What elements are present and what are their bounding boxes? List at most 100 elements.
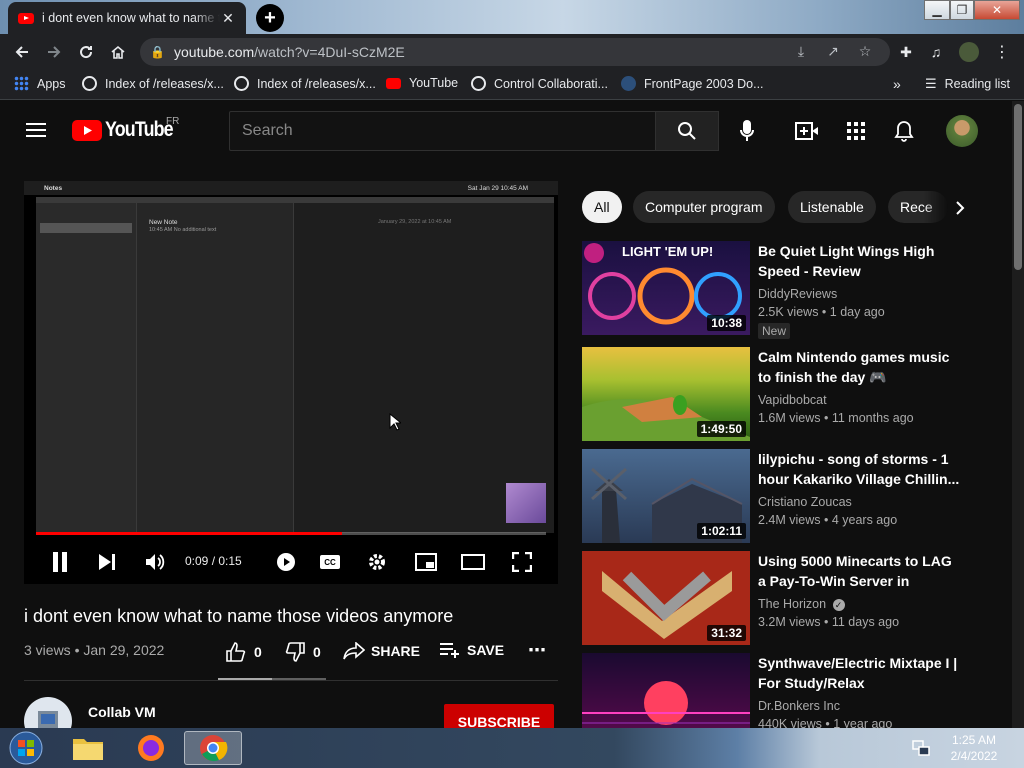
reading-list-button[interactable]: ☰ Reading list [925,76,1010,92]
bookmark-index-1[interactable]: Index of /releases/x... [82,76,224,91]
channel-name[interactable]: Collab VM [88,704,156,720]
recommendation-channel[interactable]: The Horizon ✓ [758,597,845,611]
chip-computer-program[interactable]: Computer program [633,191,775,223]
recommendation-channel[interactable]: DiddyReviews [758,287,837,301]
recommendation-channel[interactable]: Dr.Bonkers Inc [758,699,840,713]
browser-menu-icon[interactable]: ⋮ [988,38,1016,66]
video-thumbnail[interactable]: LIGHT 'EM UP! 10:38 [582,241,750,335]
verified-check-icon: ✓ [832,599,845,611]
install-icon[interactable]: ⤓ [792,43,810,61]
youtube-icon [386,77,401,89]
hamburger-menu-icon[interactable] [26,122,46,143]
bookmark-control-collab[interactable]: Control Collaborati... [471,76,608,91]
video-thumbnail[interactable]: 31:32 [582,551,750,645]
apps-grid-icon[interactable] [843,118,869,144]
video-duration: 1:49:50 [696,421,746,437]
recommendation-meta: 2.4M views • 4 years ago [758,513,898,527]
share-button[interactable]: SHARE [343,642,420,660]
recommendation-title[interactable]: Calm Nintendo games music to finish the … [758,347,963,387]
more-bookmarks-icon[interactable]: » [893,76,901,92]
start-button[interactable] [4,731,48,765]
recommendation-title[interactable]: Be Quiet Light Wings High Speed - Review [758,241,963,281]
recommendation-title[interactable]: Synthwave/Electric Mixtape I | For Study… [758,653,963,693]
pause-icon[interactable] [48,550,72,574]
create-video-icon[interactable] [794,118,820,144]
recommendation-item[interactable]: LIGHT 'EM UP! 10:38 Be Quiet Light Wings… [582,241,992,339]
next-video-icon[interactable] [95,550,119,574]
video-thumbnail[interactable]: 1:02:11 [582,449,750,543]
recommendation-channel[interactable]: Cristiano Zoucas [758,495,852,509]
miniplayer-icon[interactable] [414,550,438,574]
volume-icon[interactable] [143,550,167,574]
address-bar[interactable]: 🔒 youtube.com/watch?v=4DuI-sCzM2E ⤓ ↗ ☆ [140,38,890,66]
search-input[interactable]: Search [229,111,656,151]
share-page-icon[interactable]: ↗ [824,43,842,61]
svg-text:CC: CC [324,558,336,567]
voice-search-icon[interactable] [734,118,760,144]
extensions-icon[interactable]: ✚ [892,38,920,66]
mac-app-name: Notes [44,184,63,192]
back-icon[interactable] [6,36,38,68]
more-actions-icon[interactable]: ⋯ [528,640,546,661]
bookmark-label: YouTube [409,76,459,90]
chip-all[interactable]: All [582,191,622,223]
reload-icon[interactable] [70,36,102,68]
notifications-bell-icon[interactable] [891,118,917,144]
chip-listenable[interactable]: Listenable [788,191,876,223]
notes-list: New Note 10:45 AM No additional text [136,203,293,533]
playlist-add-icon [440,643,459,658]
minimize-button[interactable]: ▁ [924,0,950,20]
media-control-icon[interactable]: ♫ [922,38,950,66]
new-tab-button[interactable]: + [256,4,284,32]
subtitles-icon[interactable]: CC [318,550,342,574]
browser-tab[interactable]: i dont even know what to name those vide… [8,2,246,34]
chip-recent[interactable]: Rece [888,191,948,223]
user-avatar[interactable] [946,115,978,147]
scrollbar-thumb[interactable] [1014,104,1022,270]
dislike-button[interactable]: 0 [285,642,321,662]
recommendation-title[interactable]: Using 5000 Minecarts to LAG a Pay-To-Win… [758,551,963,591]
firefox-icon[interactable] [129,731,173,765]
recommendation-item[interactable]: 31:32 Using 5000 Minecarts to LAG a Pay-… [582,551,992,645]
network-icon[interactable] [906,731,936,765]
search-placeholder: Search [242,122,293,139]
like-button[interactable]: 0 [226,642,262,662]
autoplay-toggle-icon[interactable] [274,550,298,574]
video-thumbnail[interactable]: 1:49:50 [582,347,750,441]
recommendation-item[interactable]: 1:49:50 Calm Nintendo games music to fin… [582,347,992,441]
home-icon[interactable] [102,36,134,68]
recommendation-channel[interactable]: Vapidbobcat [758,393,827,407]
bookmark-frontpage[interactable]: FrontPage 2003 Do... [621,76,764,91]
bookmark-youtube[interactable]: YouTube [386,76,458,90]
fullscreen-icon[interactable] [510,550,534,574]
file-explorer-icon[interactable] [66,731,110,765]
system-clock[interactable]: 1:25 AM 2/4/2022 [944,732,1004,764]
recommendation-item[interactable]: 1:02:11 lilypichu - song of storms - 1 h… [582,449,992,543]
theater-mode-icon[interactable] [461,550,485,574]
chrome-taskbar-button[interactable] [184,731,242,765]
maximize-button[interactable]: ❐ [950,0,974,20]
like-count: 0 [254,644,262,660]
settings-gear-icon[interactable] [365,550,389,574]
thumbs-up-icon [226,642,246,662]
windows-taskbar: 1:25 AM 2/4/2022 [0,728,1024,768]
close-tab-icon[interactable]: ✕ [220,10,236,27]
lock-icon[interactable]: 🔒 [150,45,165,59]
recommendation-item[interactable]: Synthwave/Electric Mixtape I | For Study… [582,653,992,728]
frontpage-icon [621,76,636,91]
search-button[interactable] [655,111,719,151]
video-player[interactable]: Notes Sat Jan 29 10:45 AM New Note 10:45… [24,181,558,584]
profile-avatar[interactable] [955,38,983,66]
youtube-play-logo-icon [72,119,102,141]
bookmark-index-2[interactable]: Index of /releases/x... [234,76,376,91]
bookmark-star-icon[interactable]: ☆ [856,43,874,61]
recommendation-title[interactable]: lilypichu - song of storms - 1 hour Kaka… [758,449,963,489]
forward-icon[interactable] [38,36,70,68]
close-window-button[interactable]: ✕ [974,0,1020,20]
save-button[interactable]: SAVE [439,642,504,658]
bookmark-apps[interactable]: Apps [14,76,66,91]
chips-next-icon[interactable] [948,196,972,220]
video-thumbnail[interactable] [582,653,750,728]
recommendation-meta: 440K views • 1 year ago [758,717,893,728]
browser-tab-strip: i dont even know what to name those vide… [0,0,1024,34]
